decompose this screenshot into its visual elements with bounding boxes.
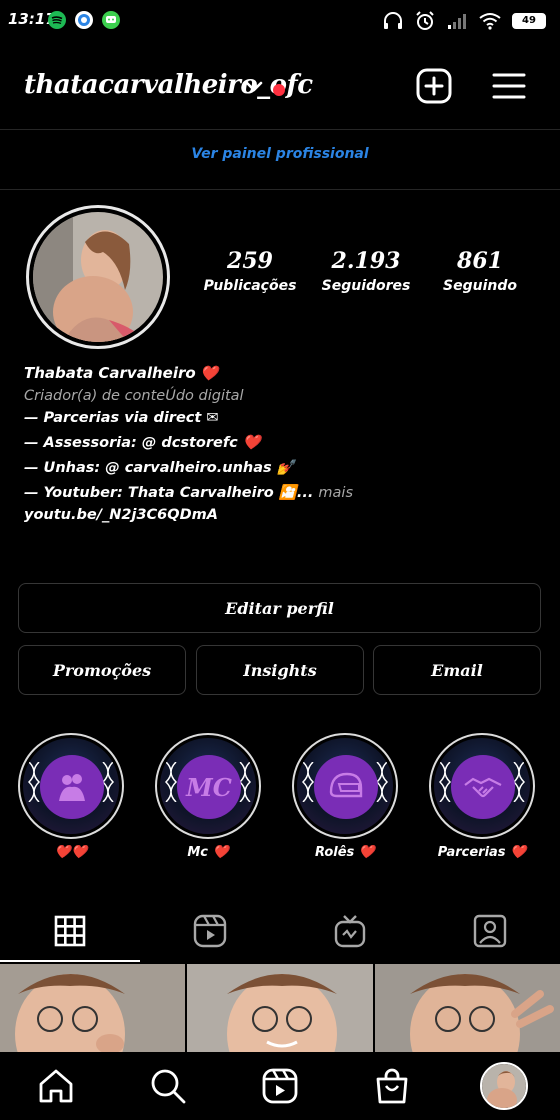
menu-icon[interactable] (492, 72, 526, 100)
followers-label: Seguidores (321, 278, 411, 294)
promotions-button[interactable]: Promoções (18, 645, 186, 695)
highlight-item[interactable]: ❤️❤️ (16, 733, 126, 860)
followers-count: 2.193 (331, 248, 401, 274)
status-indicators: 49 (382, 10, 546, 32)
heart-emoji: ❤️ (358, 845, 376, 860)
highlight-ring (429, 733, 535, 839)
reels-icon (193, 914, 227, 948)
couple-icon (40, 755, 104, 819)
post-thumbnail[interactable] (0, 964, 185, 1054)
battery-icon: 49 (512, 13, 546, 29)
tab-reels[interactable] (140, 900, 280, 962)
handshake-icon (451, 755, 515, 819)
shop-icon (376, 1068, 408, 1104)
nav-profile-avatar[interactable] (480, 1062, 528, 1110)
posts-label: Publicações (203, 278, 297, 294)
highlight-ring (18, 733, 124, 839)
nav-shop[interactable] (370, 1064, 414, 1108)
status-bar: 13:17 49 (0, 0, 560, 44)
bio-name-row: Thabata Carvalheiro ❤️ (24, 362, 544, 385)
browser-icon (75, 11, 93, 29)
tagged-icon (473, 914, 507, 948)
following-label: Seguindo (443, 278, 517, 294)
posts-count: 259 (227, 248, 273, 274)
reels-icon (262, 1068, 298, 1104)
mc-text-icon: MC (177, 755, 241, 819)
bio-line-row: — Assessoria: @ dcstorefc ❤️ (24, 432, 544, 454)
home-icon (39, 1069, 73, 1103)
highlight-label: Mc (187, 845, 208, 860)
post-thumbnail[interactable] (375, 964, 560, 1054)
highlight-cover: MC (160, 738, 256, 834)
bio-line: — Parcerias via direct ✉ (24, 410, 219, 426)
bio-line: — Assessoria: @ dcstorefc (24, 435, 238, 451)
headphones-icon (384, 12, 402, 29)
wifi-icon (479, 13, 501, 30)
heart-emoji: ❤️ (212, 845, 229, 860)
tab-grid[interactable] (0, 900, 140, 962)
grid-icon (54, 915, 86, 947)
highlight-cover (434, 738, 530, 834)
heart-emoji: ❤️ (510, 845, 527, 860)
tab-tagged[interactable] (420, 900, 560, 962)
highlight-item[interactable]: Parcerias ❤️ (427, 733, 537, 860)
active-tab-indicator (0, 960, 140, 962)
highlight-cover (23, 738, 119, 834)
heart-emoji: ❤️ (242, 435, 261, 451)
bio-category: Criador(a) de conteÚdo digital (24, 388, 244, 404)
highlight-cover (297, 738, 393, 834)
avatar-photo (33, 212, 163, 342)
bio-line: — Youtuber: Thata Carvalheiro 🎦... (24, 485, 314, 501)
messages-icon (102, 11, 120, 29)
highlight-label: Rolês (314, 845, 355, 860)
header-divider (0, 129, 560, 130)
nav-home[interactable] (34, 1064, 78, 1108)
add-post-button[interactable] (416, 68, 452, 104)
highlight-cover-text: MC (186, 772, 232, 802)
highlight-ring (292, 733, 398, 839)
bio-line: — Unhas: @ carvalheiro.unhas 💅 (24, 460, 295, 476)
stat-following[interactable]: 861 Seguindo (425, 248, 535, 294)
bio-name: Thabata Carvalheiro (24, 364, 196, 382)
highlight-label: ❤️❤️ (16, 845, 126, 860)
highlight-ring: MC (155, 733, 261, 839)
highlight-label-row: Parcerias ❤️ (427, 845, 537, 860)
edit-profile-button[interactable]: Editar perfil (18, 583, 541, 633)
signal-icon (448, 14, 466, 29)
stat-followers[interactable]: 2.193 Seguidores (311, 248, 421, 294)
nav-search[interactable] (146, 1064, 190, 1108)
spotify-icon (48, 11, 66, 29)
highlight-item[interactable]: MC Mc ❤️ (153, 733, 263, 860)
highlight-item[interactable]: Rolês ❤️ (290, 733, 400, 860)
email-button[interactable]: Email (373, 645, 541, 695)
highlight-label-row: Rolês ❤️ (290, 845, 400, 860)
helmet-icon (314, 755, 378, 819)
highlight-label-row: Mc ❤️ (153, 845, 263, 860)
bio-line-row: — Youtuber: Thata Carvalheiro 🎦... mais (24, 482, 544, 504)
nav-reels[interactable] (258, 1064, 302, 1108)
heart-emoji: ❤️❤️ (54, 845, 88, 860)
professional-dashboard-link[interactable]: Ver painel profissional (0, 146, 560, 162)
username-switcher[interactable]: thatacarvalheiro_ofc (24, 70, 313, 100)
highlight-label: Parcerias (437, 845, 506, 860)
stat-posts[interactable]: 259 Publicações (195, 248, 305, 294)
dashboard-divider (0, 189, 560, 190)
search-icon (151, 1069, 186, 1104)
profile-avatar[interactable] (26, 205, 170, 349)
bio: Thabata Carvalheiro ❤️ Criador(a) de con… (24, 362, 544, 526)
bio-link[interactable]: youtu.be/_N2j3C6QDmA (24, 504, 544, 526)
heart-emoji: ❤️ (200, 366, 219, 382)
bio-more-link[interactable]: mais (318, 485, 353, 501)
tab-igtv[interactable] (280, 900, 420, 962)
post-thumbnail[interactable] (187, 964, 373, 1054)
alarm-icon (416, 11, 434, 30)
following-count: 861 (457, 248, 503, 274)
chevron-down-icon[interactable] (244, 80, 264, 94)
igtv-icon (334, 915, 366, 948)
notification-dot (273, 84, 285, 96)
insights-button[interactable]: Insights (196, 645, 364, 695)
